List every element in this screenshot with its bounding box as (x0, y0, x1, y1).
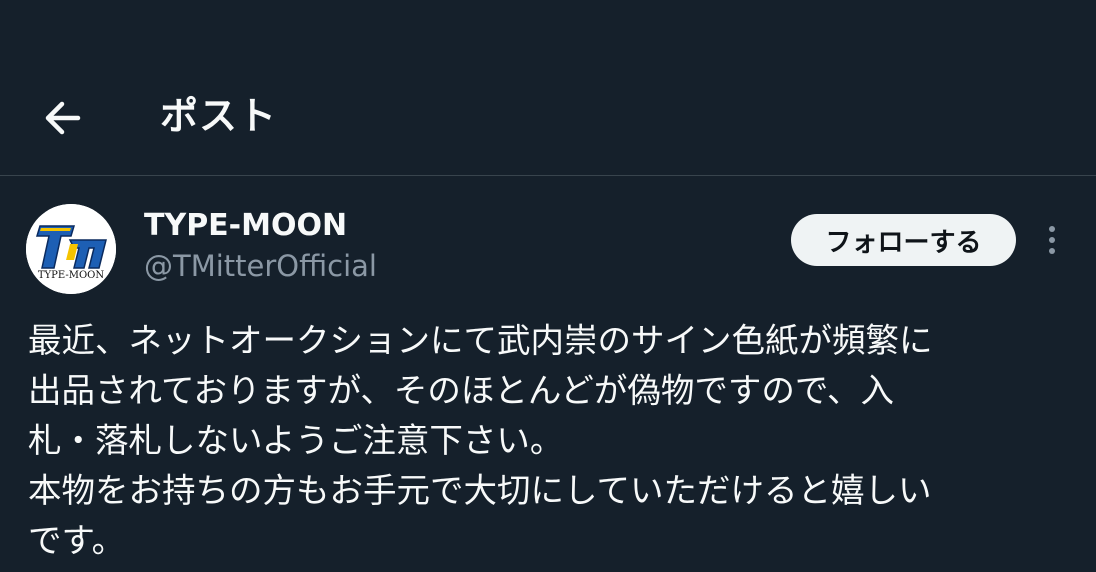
post-text-line: 最近、ネットオークションにて武内崇のサイン色紙が頻繁に (28, 321, 933, 360)
author-handle[interactable]: @TMitterOfficial (144, 247, 377, 285)
back-button[interactable] (36, 92, 88, 144)
post-text-line: 出品されておりますが、そのほとんどが偽物ですので、入 (28, 371, 894, 410)
top-bar: ポスト (0, 0, 1096, 176)
post-text: 最近、ネットオークションにて武内崇のサイン色紙が頻繁に 出品されておりますが、そ… (28, 316, 1078, 566)
avatar[interactable]: TYPE-MOON (26, 204, 116, 294)
avatar-logo-text: TYPE-MOON (38, 270, 105, 281)
post: TYPE-MOON TYPE-MOON @TMitterOfficial フォロ… (0, 177, 1096, 572)
author-name[interactable]: TYPE-MOON (144, 207, 347, 245)
post-text-line: 本物をお持ちの方もお手元で大切にしていただけると嬉しい (28, 471, 932, 510)
more-vertical-icon (1049, 226, 1055, 254)
follow-button[interactable]: フォローする (791, 214, 1016, 266)
post-text-line: 札・落札しないようご注意下さい。 (28, 421, 564, 460)
type-moon-logo: TYPE-MOON (26, 204, 116, 294)
arrow-left-icon (45, 101, 81, 135)
page-title: ポスト (160, 94, 278, 138)
more-button[interactable] (1030, 217, 1074, 263)
post-text-line: です。 (28, 521, 126, 560)
